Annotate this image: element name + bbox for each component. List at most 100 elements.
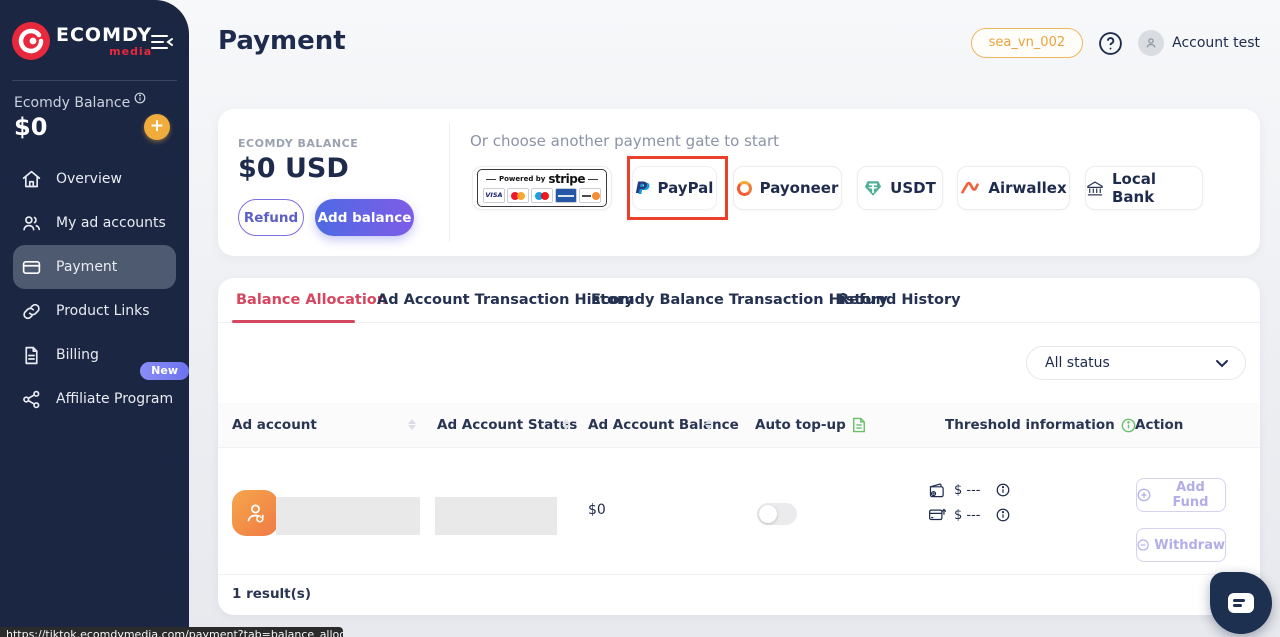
add-balance-plus-icon[interactable]: + — [144, 114, 170, 140]
column-label: Ad account — [232, 417, 317, 433]
usdt-gate-button[interactable]: USDT — [857, 166, 943, 210]
minus-circle-icon — [1137, 539, 1149, 551]
sidebar-item-label: Payment — [56, 259, 118, 275]
amex-icon — [555, 188, 577, 203]
sidebar-collapse-icon[interactable] — [149, 30, 175, 54]
paypal-highlight-box — [627, 156, 728, 220]
refund-button[interactable]: Refund — [238, 199, 304, 236]
airwallex-gate-button[interactable]: Airwallex — [957, 166, 1070, 210]
ecomdy-balance-amount: $0 USD — [238, 153, 349, 184]
info-icon[interactable] — [996, 508, 1010, 522]
sidebar-item-overview[interactable]: Overview — [13, 157, 176, 201]
airwallex-icon — [960, 180, 980, 196]
sidebar-item-label: Product Links — [56, 303, 150, 319]
sidebar-balance-value: $0 — [14, 113, 48, 141]
sort-icon[interactable] — [408, 419, 416, 430]
action-label: Withdraw — [1154, 537, 1225, 553]
plus-circle-icon — [1137, 488, 1151, 502]
auto-top-up-toggle[interactable] — [757, 503, 797, 525]
discover-icon — [579, 188, 601, 203]
bank-icon — [1086, 180, 1104, 197]
payoneer-icon — [736, 180, 752, 196]
stripe-gate-button[interactable]: Powered by stripe VISA — [472, 166, 612, 210]
column-label: Auto top-up — [755, 417, 846, 433]
maestro-icon — [531, 188, 553, 203]
account-menu[interactable]: Account test — [1138, 30, 1260, 56]
powered-by-label: Powered by — [498, 175, 546, 183]
sort-icon[interactable] — [562, 419, 570, 430]
logo[interactable]: ECOMDY media — [12, 22, 152, 60]
sidebar-item-label: My ad accounts — [56, 215, 166, 231]
column-label: Action — [1135, 417, 1184, 433]
action-label: Add Fund — [1172, 480, 1209, 510]
stripe-brand: stripe — [548, 172, 585, 186]
balance-label-text: Ecomdy Balance — [14, 95, 131, 111]
green-doc-icon[interactable] — [852, 417, 866, 433]
sidebar-item-payment[interactable]: Payment — [13, 245, 176, 289]
add-balance-button[interactable]: Add balance — [315, 199, 414, 236]
chat-icon — [1228, 593, 1254, 613]
local-bank-gate-button[interactable]: Local Bank — [1085, 166, 1203, 210]
gate-label: Local Bank — [1112, 170, 1157, 206]
card-topup-icon — [929, 508, 946, 521]
green-info-icon[interactable] — [1121, 418, 1136, 433]
gate-label: Airwallex — [988, 179, 1067, 197]
sidebar-item-affiliate-program[interactable]: Affiliate Program New — [13, 362, 189, 421]
gate-label: Payoneer — [759, 179, 839, 197]
threshold-value: $ --- — [954, 482, 981, 498]
org-tag-pill[interactable]: sea_vn_002 — [970, 28, 1084, 58]
gate-label: USDT — [890, 179, 936, 197]
chevron-down-icon — [1216, 359, 1228, 367]
threshold-line-1: $ --- — [928, 481, 1010, 499]
table-row: $0 $ --- $ --- Add Fund Withdraw — [218, 448, 1260, 575]
wallet-icon — [929, 482, 944, 497]
tab-refund-history[interactable]: Refund History — [838, 292, 961, 308]
mastercard-icon — [507, 188, 529, 203]
skeleton-placeholder — [435, 497, 557, 535]
link-icon — [21, 301, 42, 322]
logo-text: ECOMDY media — [56, 23, 153, 58]
sidebar-item-my-ad-accounts[interactable]: My ad accounts — [13, 201, 176, 245]
skeleton-placeholder — [276, 497, 420, 535]
vertical-divider — [449, 123, 450, 242]
ecomdy-balance-caption: ECOMDY BALANCE — [238, 137, 359, 150]
withdraw-button[interactable]: Withdraw — [1136, 528, 1226, 562]
column-header-ad-account-status[interactable]: Ad Account Status — [437, 417, 577, 433]
sort-icon[interactable] — [705, 419, 713, 430]
help-icon[interactable] — [1098, 31, 1123, 56]
sidebar-nav: Overview My ad accounts Payment Product … — [0, 157, 189, 421]
sidebar-item-label: Overview — [56, 171, 122, 187]
avatar — [1138, 30, 1165, 56]
column-header-ad-account[interactable]: Ad account — [232, 417, 416, 433]
sidebar: ECOMDY media Ecomdy Balance $0 + Overvie… — [0, 0, 189, 637]
brand-name: ECOMDY — [56, 23, 153, 46]
ad-account-avatar[interactable] — [232, 490, 278, 536]
main-content: Payment sea_vn_002 Account test ECOMDY B… — [189, 0, 1280, 637]
credit-card-icon — [21, 257, 42, 278]
add-fund-button[interactable]: Add Fund — [1136, 478, 1226, 512]
threshold-line-2: $ --- — [928, 506, 1010, 524]
sidebar-item-label: Billing — [56, 347, 99, 363]
table-header-row: Ad account Ad Account Status Ad Account … — [218, 403, 1260, 448]
ecomdy-logo-icon — [12, 22, 50, 60]
tab-balance-allocation[interactable]: Balance Allocation — [236, 292, 387, 308]
column-label: Threshold information — [945, 417, 1115, 433]
info-icon[interactable] — [996, 483, 1010, 497]
sidebar-item-product-links[interactable]: Product Links — [13, 289, 176, 333]
status-filter-select[interactable]: All status — [1026, 346, 1246, 380]
user-sync-icon — [247, 504, 264, 523]
header-right: sea_vn_002 Account test — [970, 28, 1260, 58]
stripe-badge: Powered by stripe VISA — [477, 169, 607, 207]
brand-subtitle: media — [109, 44, 153, 58]
payoneer-gate-button[interactable]: Payoneer — [733, 166, 842, 210]
sidebar-item-label: Affiliate Program — [56, 391, 174, 407]
column-header-ad-account-balance[interactable]: Ad Account Balance — [588, 417, 739, 433]
column-header-auto-top-up: Auto top-up — [755, 417, 866, 433]
chat-widget-button[interactable] — [1210, 572, 1272, 634]
billing-doc-icon — [21, 345, 42, 366]
usdt-icon — [864, 180, 882, 197]
balance-card: ECOMDY BALANCE $0 USD Refund Add balance… — [218, 109, 1260, 256]
visa-icon: VISA — [483, 188, 505, 203]
column-header-action: Action — [1135, 417, 1183, 433]
users-icon — [21, 213, 42, 234]
